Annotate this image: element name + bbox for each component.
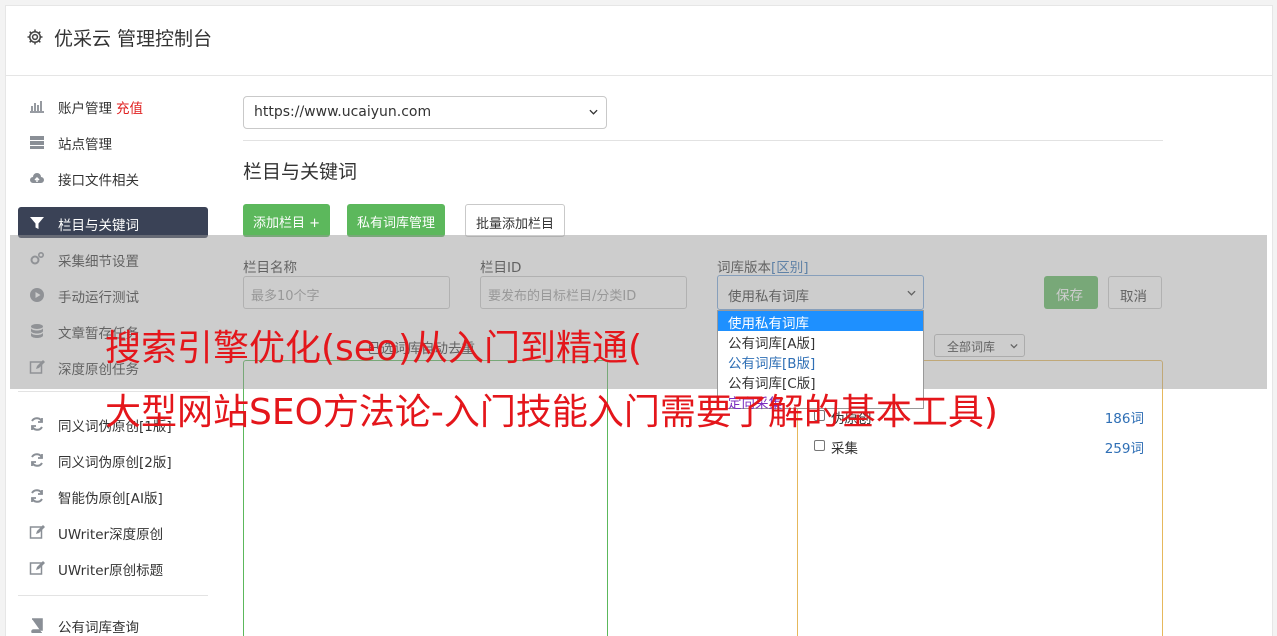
batch-add-button[interactable]: 批量添加栏目 [465, 204, 566, 237]
page-title: 优采云 管理控制台 [54, 28, 213, 50]
watermark-line-1: 搜索引擎优化(seo)从入门到精通( [105, 328, 643, 369]
lib-count: 186词 [1104, 411, 1144, 427]
lib-count: 259词 [1104, 441, 1144, 457]
refresh-icon [31, 453, 43, 467]
recharge-link[interactable]: 充值 [116, 101, 143, 117]
sidebar-item-label: 站点管理 [58, 137, 112, 153]
private-lib-button[interactable]: 私有词库管理 [347, 204, 446, 237]
sidebar-item-uwriter-deep[interactable]: UWriter深度原创 [18, 516, 208, 547]
sidebar-item-label: 接口文件相关 [58, 173, 139, 189]
sidebar-item-sites[interactable]: 站点管理 [18, 126, 208, 157]
sidebar-item-label: UWriter原创标题 [58, 563, 164, 579]
sidebar-item-columns[interactable]: 栏目与关键词 [18, 207, 208, 238]
filter-icon [30, 217, 44, 229]
refresh-icon [31, 417, 43, 431]
sidebar-item-account[interactable]: 账户管理 充值 [18, 90, 208, 121]
sidebar-item-interface[interactable]: 接口文件相关 [18, 162, 208, 193]
lib-name: 采集 [831, 441, 858, 457]
sidebar-item-label: 公有词库查询 [58, 620, 139, 636]
server-icon [30, 136, 44, 149]
sidebar-item-label: 账户管理 [58, 101, 112, 117]
dropdown-option[interactable]: 使用私有词库 [718, 311, 923, 332]
watermark-line-2: 大型网站SEO方法论-入门技能入门需要了解的基本工具) [105, 392, 998, 433]
refresh-icon [31, 489, 43, 503]
sidebar-item-ai-rewrite[interactable]: 智能伪原创[AI版] [18, 480, 208, 511]
site-select-value: https://www.ucaiyun.com [254, 104, 432, 120]
section-title: 栏目与关键词 [243, 161, 358, 183]
sidebar-item-label: 同义词伪原创[2版] [58, 455, 172, 471]
sidebar-item-label: 智能伪原创[AI版] [58, 491, 163, 507]
sidebar-item-label: 栏目与关键词 [58, 218, 139, 234]
sidebar-item-uwriter-title[interactable]: UWriter原创标题 [18, 552, 208, 583]
dropdown-option[interactable]: 公有词库[A版] [718, 331, 923, 352]
bar-chart-icon [30, 101, 44, 113]
divider [243, 140, 1163, 141]
page-header: 优采云 管理控制台 [6, 6, 1272, 76]
dropdown-option[interactable]: 公有词库[B版] [718, 351, 923, 372]
sidebar-item-synonym-v2[interactable]: 同义词伪原创[2版] [18, 444, 208, 475]
sidebar-item-label: UWriter深度原创 [58, 527, 164, 543]
checkbox[interactable] [814, 440, 825, 451]
book-icon [31, 618, 43, 633]
edit-icon [29, 561, 45, 575]
chevron-down-icon [589, 109, 598, 115]
cloud-upload-icon [30, 173, 44, 183]
sidebar-divider [18, 595, 208, 596]
add-column-button[interactable]: 添加栏目 + [243, 204, 331, 237]
sidebar-item-public-lib[interactable]: 公有词库查询 [18, 609, 208, 636]
lib-list-item[interactable]: 采集 259词 [814, 437, 1144, 457]
edit-icon [29, 525, 45, 539]
site-select[interactable]: https://www.ucaiyun.com [243, 96, 607, 129]
gear-icon [27, 29, 43, 45]
